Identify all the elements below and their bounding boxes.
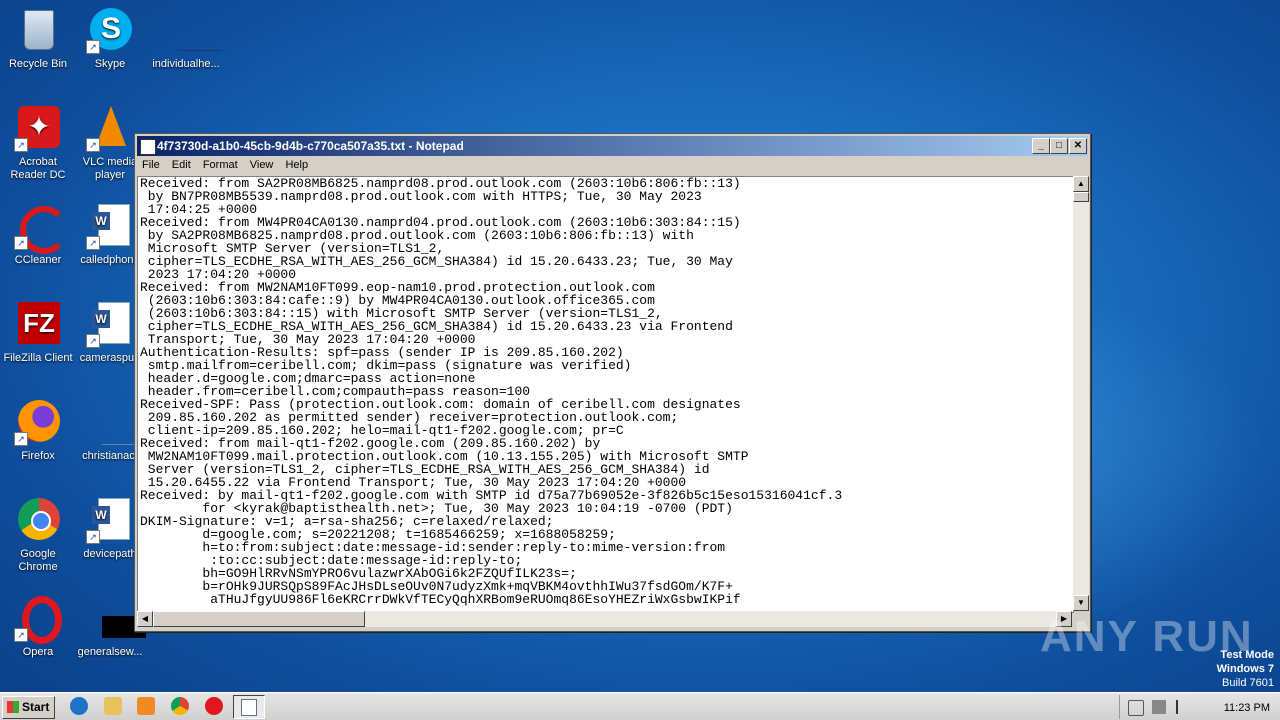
taskbar-notepad-button[interactable] — [233, 695, 265, 719]
scroll-up-button[interactable]: ▲ — [1073, 176, 1089, 192]
opera-taskbar-icon[interactable] — [205, 697, 223, 715]
word-doc-icon: W ↗ — [86, 300, 134, 348]
document-icon — [86, 398, 146, 446]
chrome-icon — [14, 496, 62, 544]
system-tray: 11:23 PM — [1119, 695, 1280, 719]
ie-icon[interactable] — [70, 697, 88, 715]
desktop-icon-firefox[interactable]: ↗ Firefox — [0, 398, 76, 463]
clock[interactable]: 11:23 PM — [1224, 702, 1270, 714]
network-icon[interactable] — [1152, 700, 1166, 714]
text-editor[interactable]: Received: from SA2PR08MB6825.namprd08.pr… — [137, 176, 1074, 613]
windows-flag-icon — [7, 701, 19, 713]
window-title: 4f73730d-a1b0-45cb-9d4b-c770ca507a35.txt… — [157, 139, 464, 153]
desktop-icon-ccleaner[interactable]: ↗ CCleaner — [0, 202, 76, 267]
notepad-taskbar-icon — [241, 699, 257, 716]
word-doc-icon: W ↗ — [86, 202, 134, 250]
desktop-icon-filezilla[interactable]: FZ FileZilla Client — [0, 300, 76, 365]
vertical-scrollbar[interactable]: ▲ ▼ — [1073, 176, 1089, 611]
word-doc-icon: W ↗ — [86, 496, 134, 544]
menu-view[interactable]: View — [250, 159, 274, 171]
scroll-left-button[interactable]: ◀ — [137, 611, 153, 627]
chrome-taskbar-icon[interactable] — [171, 697, 189, 715]
document-icon — [162, 6, 222, 54]
document-icon — [86, 594, 146, 642]
menu-help[interactable]: Help — [285, 159, 308, 171]
flag-icon[interactable] — [1176, 700, 1192, 714]
media-player-icon[interactable] — [137, 697, 155, 715]
vlc-icon: ↗ — [86, 104, 134, 152]
filezilla-icon: FZ — [14, 300, 62, 348]
menu-edit[interactable]: Edit — [172, 159, 191, 171]
ccleaner-icon: ↗ — [14, 202, 68, 254]
desktop-icon-skype[interactable]: S ↗ Skype — [72, 6, 148, 71]
horizontal-scrollbar[interactable]: ◀ ▶ — [137, 611, 1072, 627]
notepad-icon — [140, 139, 156, 155]
acrobat-icon: ✦ ↗ — [14, 104, 62, 152]
recycle-bin-icon — [14, 6, 62, 54]
opera-icon: ↗ — [14, 594, 62, 644]
menu-file[interactable]: File — [142, 159, 160, 171]
skype-icon: S ↗ — [86, 6, 134, 54]
desktop-icon-recycle-bin[interactable]: Recycle Bin — [0, 6, 76, 71]
desktop-icon-chrome[interactable]: Google Chrome — [0, 496, 76, 574]
desktop-icon-opera[interactable]: ↗ Opera — [0, 594, 76, 659]
start-button[interactable]: Start — [2, 696, 55, 719]
horizontal-scroll-thumb[interactable] — [153, 611, 365, 627]
close-button[interactable]: ✕ — [1069, 138, 1087, 154]
firefox-icon: ↗ — [14, 398, 62, 446]
maximize-button[interactable]: □ — [1050, 138, 1068, 154]
scroll-down-button[interactable]: ▼ — [1073, 595, 1089, 611]
desktop-icon-individualhe[interactable]: individualhe... — [148, 6, 224, 71]
menu-bar: File Edit Format View Help — [137, 156, 1088, 174]
speaker-icon[interactable] — [1128, 700, 1144, 716]
window-titlebar[interactable]: 4f73730d-a1b0-45cb-9d4b-c770ca507a35.txt… — [137, 136, 1088, 156]
explorer-icon[interactable] — [104, 697, 122, 715]
document-text[interactable]: Received: from SA2PR08MB6825.namprd08.pr… — [138, 177, 1073, 606]
taskbar: Start 11:23 PM — [0, 692, 1280, 720]
minimize-button[interactable]: _ — [1032, 138, 1050, 154]
test-mode-notice: Test Mode Windows 7 Build 7601 — [1216, 649, 1274, 689]
vertical-scroll-thumb[interactable] — [1073, 192, 1089, 202]
desktop-icon-acrobat[interactable]: ✦ ↗ Acrobat Reader DC — [0, 104, 76, 182]
menu-format[interactable]: Format — [203, 159, 238, 171]
notepad-window[interactable]: 4f73730d-a1b0-45cb-9d4b-c770ca507a35.txt… — [134, 133, 1091, 632]
